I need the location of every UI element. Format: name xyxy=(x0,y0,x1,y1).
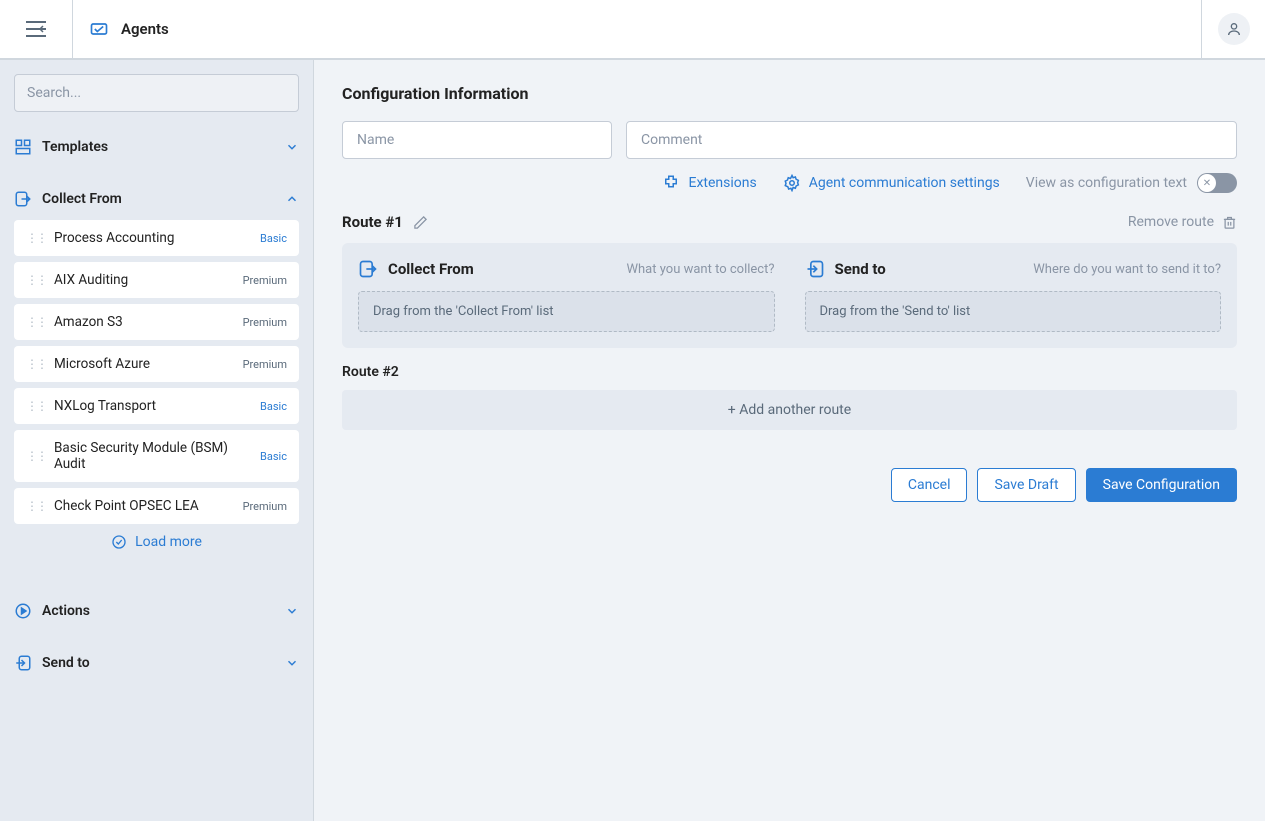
sidebar-section-send-to[interactable]: Send to xyxy=(14,646,299,680)
gear-icon xyxy=(783,174,801,192)
comment-input[interactable] xyxy=(626,121,1237,159)
view-as-text-label: View as configuration text xyxy=(1026,175,1187,191)
item-label: Basic Security Module (BSM) Audit xyxy=(54,440,252,472)
chevron-down-icon xyxy=(285,140,299,154)
tier-badge: Premium xyxy=(243,274,287,287)
collect-item[interactable]: ⋮⋮ NXLog Transport Basic xyxy=(14,388,299,424)
main-content: Configuration Information Extensions Age… xyxy=(314,60,1265,821)
name-input[interactable] xyxy=(342,121,612,159)
load-more-icon xyxy=(111,534,127,550)
drag-handle-icon: ⋮⋮ xyxy=(26,399,46,413)
dropzone-placeholder: Drag from the 'Collect From' list xyxy=(373,304,554,319)
item-label: Process Accounting xyxy=(54,230,252,246)
view-as-text-toggle[interactable]: ✕ xyxy=(1197,173,1237,193)
add-route-label: + Add another route xyxy=(728,402,851,418)
user-menu-button[interactable] xyxy=(1218,13,1250,45)
search-input[interactable] xyxy=(14,74,299,112)
edit-route-button[interactable] xyxy=(413,215,428,230)
menu-toggle-button[interactable] xyxy=(0,0,72,59)
sidebar-section-actions[interactable]: Actions xyxy=(14,594,299,628)
collect-item[interactable]: ⋮⋮ AIX Auditing Premium xyxy=(14,262,299,298)
send-to-dropzone[interactable]: Drag from the 'Send to' list xyxy=(805,291,1222,332)
extensions-icon xyxy=(662,174,680,192)
route-card: Collect From What you want to collect? D… xyxy=(342,243,1237,348)
drag-handle-icon: ⋮⋮ xyxy=(26,449,46,463)
tier-badge: Premium xyxy=(243,358,287,371)
configuration-title: Configuration Information xyxy=(342,84,1237,103)
send-to-icon xyxy=(805,259,825,279)
tier-badge: Premium xyxy=(243,500,287,513)
topbar: Agents xyxy=(0,0,1265,60)
load-more-label: Load more xyxy=(135,534,202,550)
tier-badge: Basic xyxy=(260,400,287,413)
toggle-off-icon: ✕ xyxy=(1198,174,1216,192)
drag-handle-icon: ⋮⋮ xyxy=(26,231,46,245)
save-configuration-button[interactable]: Save Configuration xyxy=(1086,468,1237,502)
save-draft-button[interactable]: Save Draft xyxy=(977,468,1075,502)
templates-icon xyxy=(14,138,32,156)
drag-handle-icon: ⋮⋮ xyxy=(26,273,46,287)
drag-handle-icon: ⋮⋮ xyxy=(26,357,46,371)
collect-item[interactable]: ⋮⋮ Microsoft Azure Premium xyxy=(14,346,299,382)
collect-item[interactable]: ⋮⋮ Check Point OPSEC LEA Premium xyxy=(14,488,299,524)
collect-from-icon xyxy=(358,259,378,279)
section-label: Actions xyxy=(42,603,275,619)
collect-item[interactable]: ⋮⋮ Basic Security Module (BSM) Audit Basic xyxy=(14,430,299,482)
actions-icon xyxy=(14,602,32,620)
chevron-down-icon xyxy=(285,656,299,670)
sidebar-section-templates[interactable]: Templates xyxy=(14,130,299,164)
load-more-button[interactable]: Load more xyxy=(14,524,299,560)
agent-comm-button[interactable]: Agent communication settings xyxy=(783,174,1000,192)
drag-handle-icon: ⋮⋮ xyxy=(26,315,46,329)
collect-from-title: Collect From xyxy=(388,260,616,278)
drag-handle-icon: ⋮⋮ xyxy=(26,499,46,513)
page-title: Agents xyxy=(121,20,169,38)
section-label: Send to xyxy=(42,655,275,671)
collect-from-dropzone[interactable]: Drag from the 'Collect From' list xyxy=(358,291,775,332)
item-label: AIX Auditing xyxy=(54,272,235,288)
collect-from-hint: What you want to collect? xyxy=(626,262,774,277)
tier-badge: Basic xyxy=(260,450,287,463)
item-label: Check Point OPSEC LEA xyxy=(54,498,235,514)
tier-badge: Basic xyxy=(260,232,287,245)
send-to-icon xyxy=(14,654,32,672)
pencil-icon xyxy=(413,215,428,230)
send-to-hint: Where do you want to send it to? xyxy=(1033,262,1221,277)
collect-item[interactable]: ⋮⋮ Amazon S3 Premium xyxy=(14,304,299,340)
section-label: Collect From xyxy=(42,191,275,207)
section-label: Templates xyxy=(42,139,275,155)
chevron-down-icon xyxy=(285,604,299,618)
route-2-title: Route #2 xyxy=(342,364,1237,380)
agent-comm-label: Agent communication settings xyxy=(809,175,1000,191)
user-icon xyxy=(1226,21,1242,37)
add-route-button[interactable]: + Add another route xyxy=(342,390,1237,430)
chevron-up-icon xyxy=(285,192,299,206)
sidebar: Templates Collect From ⋮⋮Process Ac xyxy=(0,60,314,821)
hamburger-icon xyxy=(26,21,46,37)
item-label: NXLog Transport xyxy=(54,398,252,414)
collect-item[interactable]: ⋮⋮ Process Accounting Basic xyxy=(14,220,299,256)
tier-badge: Premium xyxy=(243,316,287,329)
sidebar-section-collect-from[interactable]: Collect From xyxy=(14,182,299,216)
agents-icon xyxy=(89,19,109,39)
item-label: Microsoft Azure xyxy=(54,356,235,372)
send-to-title: Send to xyxy=(835,260,1024,278)
extensions-button[interactable]: Extensions xyxy=(662,174,756,192)
collect-from-icon xyxy=(14,190,32,208)
route-1-title: Route #1 xyxy=(342,213,403,231)
extensions-label: Extensions xyxy=(688,175,756,191)
trash-icon xyxy=(1222,215,1237,230)
cancel-button[interactable]: Cancel xyxy=(891,468,968,502)
item-label: Amazon S3 xyxy=(54,314,235,330)
dropzone-placeholder: Drag from the 'Send to' list xyxy=(820,304,971,319)
remove-route-label: Remove route xyxy=(1128,214,1214,230)
remove-route-button[interactable]: Remove route xyxy=(1128,214,1237,230)
